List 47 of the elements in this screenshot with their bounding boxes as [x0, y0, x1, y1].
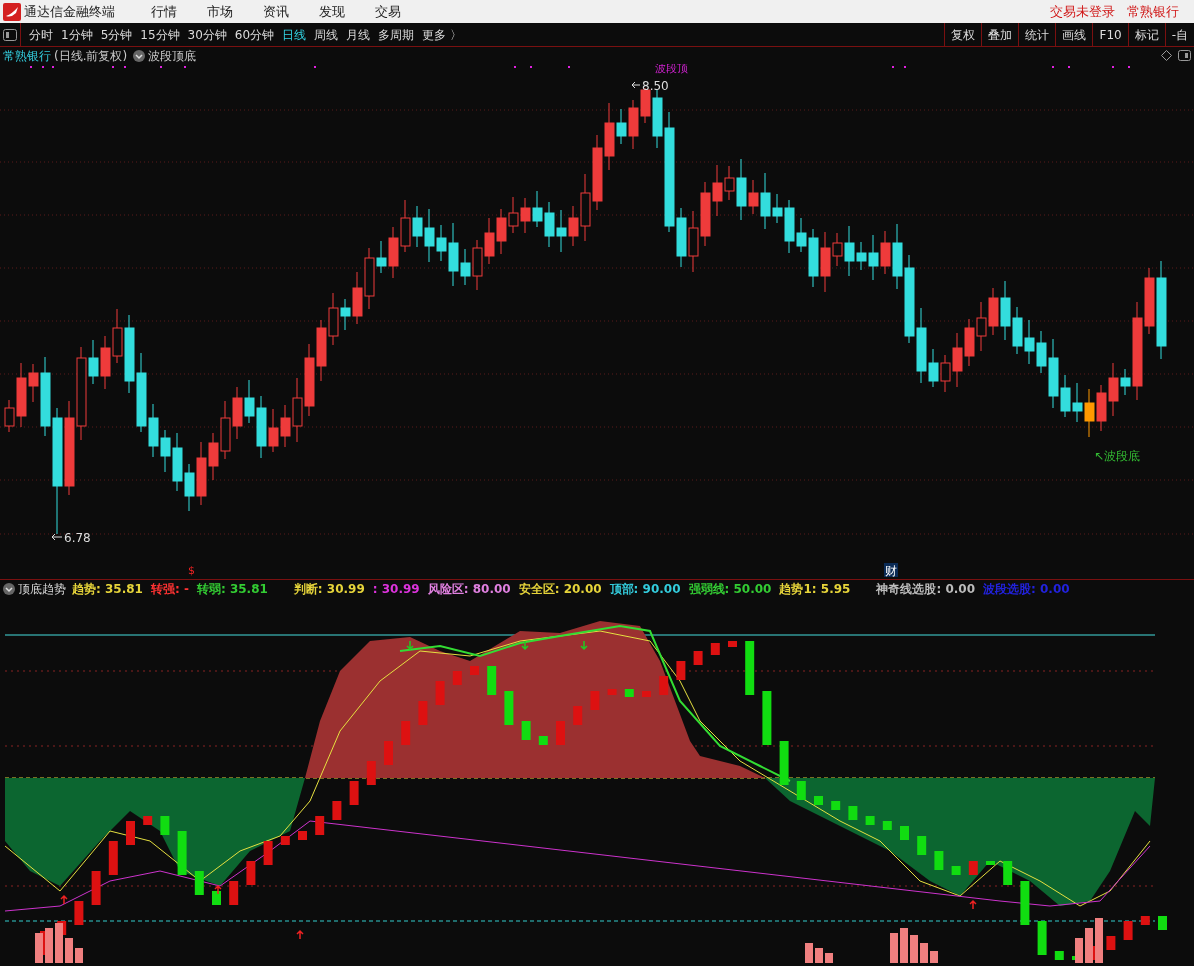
indicator-name[interactable]: 顶底趋势 [18, 579, 66, 598]
toolbar-button[interactable]: 复权 [944, 23, 982, 46]
legend-value: 安全区: 20.00 [518, 580, 602, 598]
toolbar-button[interactable]: -自 [1164, 23, 1194, 46]
chart-mode-label: (日线.前复权) [54, 47, 128, 65]
toolbar-button[interactable]: 标记 [1127, 23, 1165, 46]
menu-item[interactable]: 市场 [207, 1, 233, 22]
toolbar-button[interactable]: 统计 [1018, 23, 1056, 46]
high-price-label: 8.50 [642, 79, 669, 93]
legend-value: 转弱: 35.81 [196, 580, 268, 598]
menu-item[interactable]: 资讯 [263, 1, 289, 22]
period-tab[interactable]: 日线 [278, 25, 311, 44]
legend-value: 顶部: 90.00 [609, 580, 681, 598]
legend-value: 强弱线: 50.00 [688, 580, 772, 598]
period-tab[interactable]: 月线 [342, 25, 375, 44]
event-marker: $ [188, 564, 195, 577]
legend-value: 趋势1: 5.95 [779, 580, 851, 598]
legend-value: 判断: 30.99 [293, 580, 365, 598]
period-tab[interactable]: 分时 [25, 25, 57, 44]
legend-value: 趋势: 35.81 [72, 580, 143, 598]
period-tab[interactable]: 更多 〉 [418, 25, 466, 44]
stock-name: 常熟银行 [3, 47, 51, 65]
bottom-signal-label: ↖波段底 [1094, 449, 1141, 463]
period-tab[interactable]: 多周期 [374, 25, 419, 44]
toolbar-button[interactable]: F10 [1092, 23, 1128, 46]
menu-item[interactable]: 行情 [151, 1, 177, 22]
toolbar-button[interactable]: 画线 [1055, 23, 1093, 46]
app-title: 通达信金融终端 [24, 2, 115, 21]
period-tab[interactable]: 60分钟 [230, 25, 279, 44]
period-tab[interactable]: 5分钟 [96, 25, 137, 44]
legend-value: : 30.99 [372, 580, 420, 598]
low-price-label: 6.78 [64, 531, 91, 545]
menu-item[interactable]: 发现 [319, 1, 345, 22]
legend-value: 神奇线选股: 0.00 [876, 580, 975, 598]
menu-item[interactable]: 交易 [375, 1, 401, 22]
indicator-name[interactable]: 波段顶底 [148, 46, 197, 65]
event-marker: 财 [884, 563, 898, 578]
legend-value: 转强: - [150, 580, 189, 598]
status-link[interactable]: 常熟银行 [1127, 1, 1179, 22]
period-tab[interactable]: 1分钟 [57, 25, 97, 44]
toolbar-button[interactable]: 叠加 [981, 23, 1019, 46]
period-tab[interactable]: 周线 [310, 25, 343, 44]
status-link[interactable]: 交易未登录 [1050, 1, 1115, 22]
period-tab[interactable]: 15分钟 [136, 25, 184, 44]
legend-value: 风险区: 80.00 [427, 580, 511, 598]
legend-value: 波段选股: 0.00 [983, 580, 1070, 598]
period-tab[interactable]: 30分钟 [183, 25, 231, 44]
